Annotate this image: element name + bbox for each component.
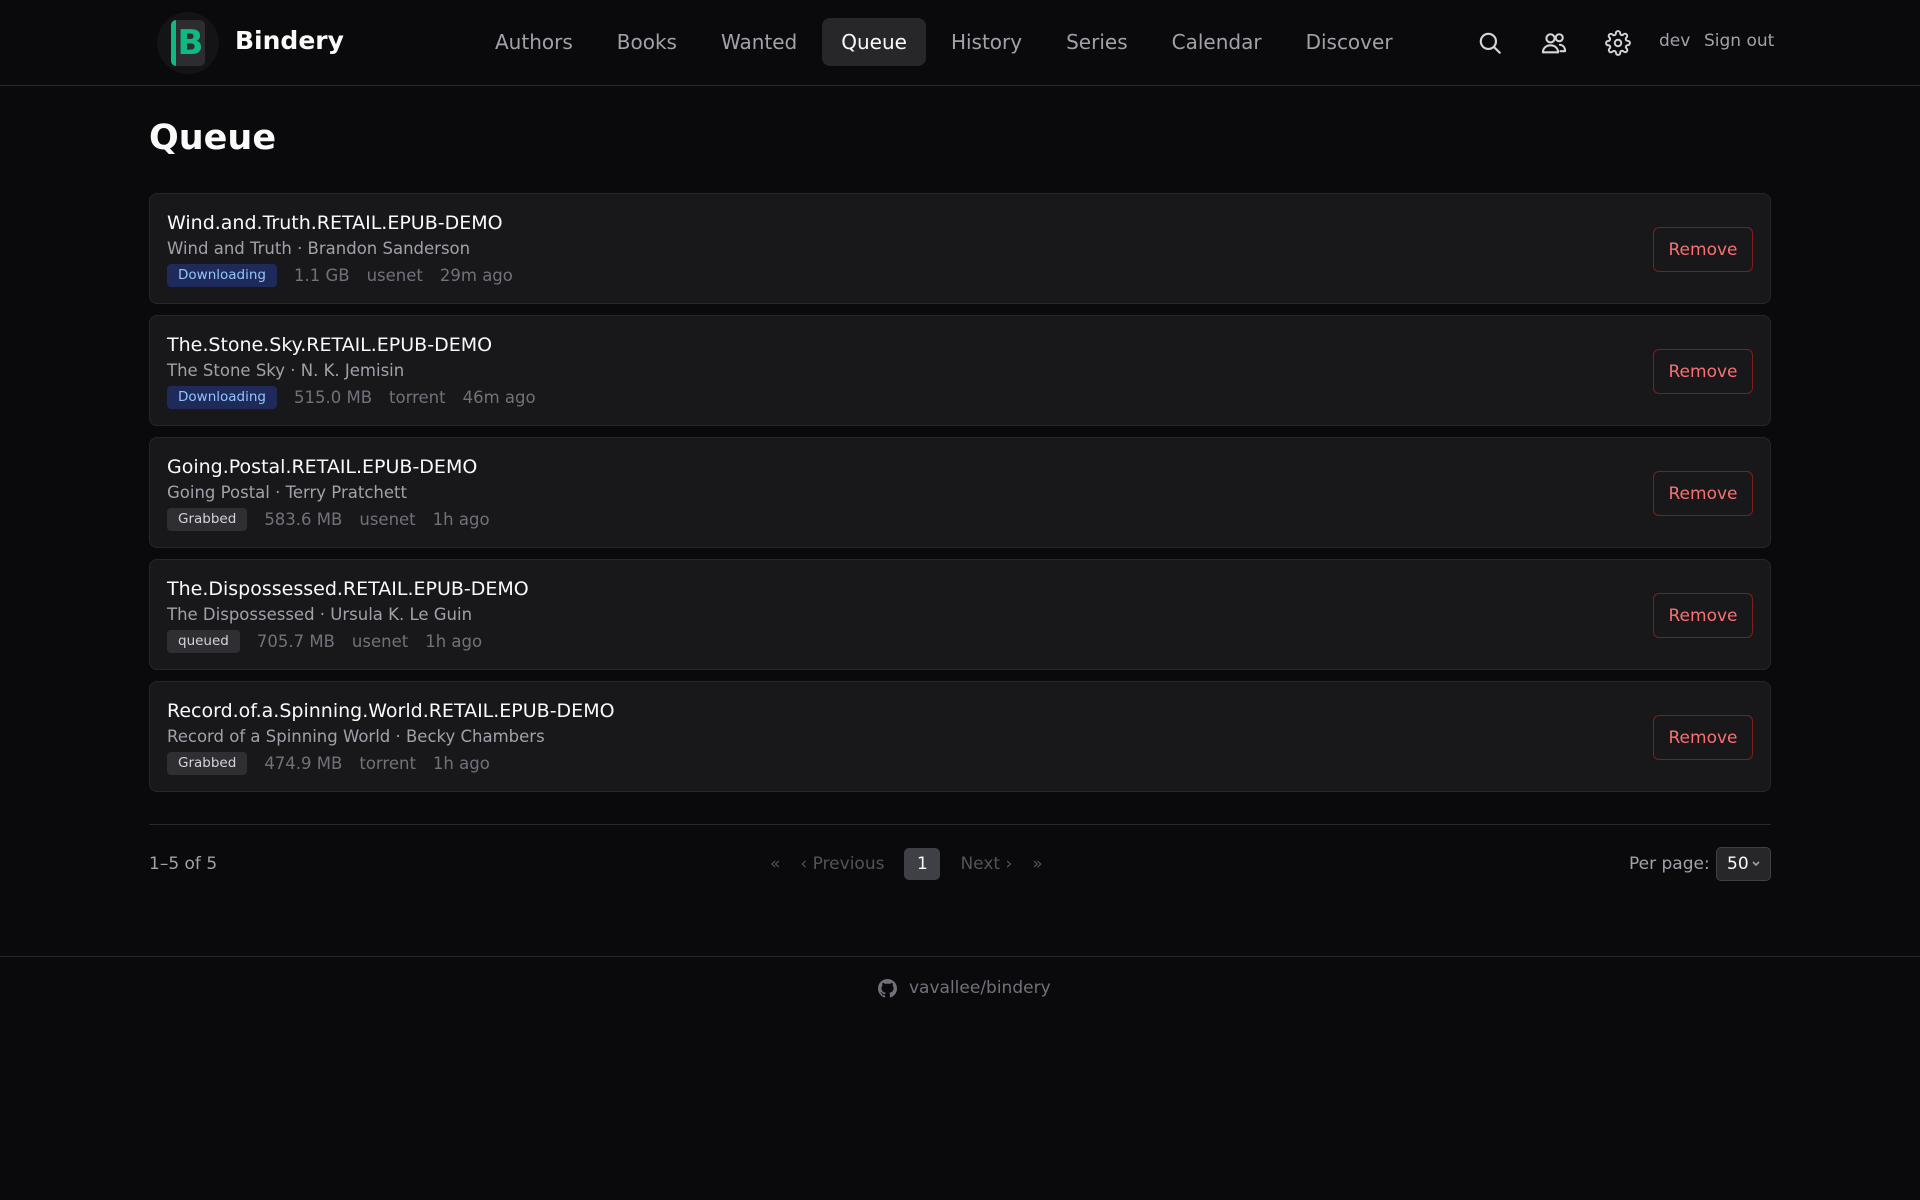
gear-icon[interactable] [1599, 24, 1637, 62]
release-name: Going.Postal.RETAIL.EPUB-DEMO [167, 456, 478, 478]
protocol: torrent [389, 388, 446, 407]
previous-page-button[interactable]: ‹ Previous [800, 854, 884, 874]
item-meta: Downloading 515.0 MB torrent 46m ago [167, 386, 536, 409]
age: 1h ago [432, 754, 490, 773]
footer-repo-link[interactable]: vavallee/bindery [878, 978, 1051, 998]
page-title: Queue [149, 118, 277, 158]
nav-item-discover[interactable]: Discover [1287, 18, 1412, 66]
status-badge: queued [167, 630, 240, 653]
queue-item: The.Dispossessed.RETAIL.EPUB-DEMO The Di… [149, 559, 1771, 670]
file-size: 474.9 MB [264, 754, 343, 773]
item-meta: Downloading 1.1 GB usenet 29m ago [167, 264, 513, 287]
main-nav: Authors Books Wanted Queue History Serie… [476, 18, 1412, 66]
current-page[interactable]: 1 [904, 848, 941, 880]
book-subtitle: The Dispossessed · Ursula K. Le Guin [167, 605, 473, 624]
status-badge: Grabbed [167, 508, 248, 531]
queue-item: Going.Postal.RETAIL.EPUB-DEMO Going Post… [149, 437, 1771, 548]
next-page-button[interactable]: Next › [960, 854, 1012, 874]
github-icon [878, 978, 897, 998]
search-icon[interactable] [1471, 24, 1509, 62]
protocol: usenet [351, 632, 409, 651]
logo-letter: B [177, 23, 204, 63]
book-subtitle: Wind and Truth · Brandon Sanderson [167, 239, 471, 258]
protocol: usenet [366, 266, 423, 285]
sign-out-link[interactable]: Sign out [1704, 31, 1774, 51]
remove-button[interactable]: Remove [1653, 471, 1753, 516]
status-badge: Downloading [167, 264, 277, 287]
file-size: 705.7 MB [256, 632, 335, 651]
book-subtitle: The Stone Sky · N. K. Jemisin [167, 361, 405, 380]
item-meta: queued 705.7 MB usenet 1h ago [167, 630, 482, 653]
per-page-label: Per page: [1629, 854, 1710, 874]
status-badge: Grabbed [167, 752, 248, 775]
app-brand[interactable]: Bindery [235, 26, 344, 55]
release-name: Wind.and.Truth.RETAIL.EPUB-DEMO [167, 212, 503, 234]
book-subtitle: Record of a Spinning World · Becky Chamb… [167, 727, 545, 746]
app-logo[interactable]: B [157, 12, 219, 74]
remove-button[interactable]: Remove [1653, 715, 1753, 760]
remove-button[interactable]: Remove [1653, 227, 1753, 272]
queue-item: Record.of.a.Spinning.World.RETAIL.EPUB-D… [149, 681, 1771, 792]
footer-divider [0, 956, 1920, 957]
per-page-select[interactable]: 50 [1716, 847, 1771, 881]
status-badge: Downloading [167, 386, 277, 409]
pagination-divider [149, 824, 1771, 825]
nav-item-series[interactable]: Series [1047, 18, 1147, 66]
repo-name: vavallee/bindery [909, 978, 1051, 998]
nav-item-history[interactable]: History [932, 18, 1041, 66]
queue-item: Wind.and.Truth.RETAIL.EPUB-DEMO Wind and… [149, 193, 1771, 304]
nav-item-authors[interactable]: Authors [476, 18, 592, 66]
book-logo-icon: B [171, 20, 205, 66]
remove-button[interactable]: Remove [1653, 593, 1753, 638]
users-icon[interactable] [1535, 24, 1573, 62]
book-subtitle: Going Postal · Terry Pratchett [167, 483, 407, 502]
nav-item-calendar[interactable]: Calendar [1153, 18, 1281, 66]
file-size: 515.0 MB [293, 388, 373, 407]
file-size: 1.1 GB [293, 266, 350, 285]
last-page-button[interactable]: » [1032, 854, 1042, 874]
release-name: The.Dispossessed.RETAIL.EPUB-DEMO [167, 578, 529, 600]
age: 1h ago [432, 510, 490, 529]
item-meta: Grabbed 474.9 MB torrent 1h ago [167, 752, 490, 775]
item-meta: Grabbed 583.6 MB usenet 1h ago [167, 508, 490, 531]
nav-item-queue[interactable]: Queue [822, 18, 926, 66]
first-page-button[interactable]: « [770, 854, 780, 874]
queue-list: Wind.and.Truth.RETAIL.EPUB-DEMO Wind and… [149, 193, 1771, 803]
current-user: dev [1659, 31, 1691, 51]
protocol: usenet [359, 510, 416, 529]
age: 29m ago [439, 266, 513, 285]
top-navigation-bar: B Bindery Authors Books Wanted Queue His… [0, 0, 1920, 86]
release-name: Record.of.a.Spinning.World.RETAIL.EPUB-D… [167, 700, 615, 722]
age: 1h ago [425, 632, 483, 651]
nav-item-books[interactable]: Books [598, 18, 696, 66]
remove-button[interactable]: Remove [1653, 349, 1753, 394]
nav-item-wanted[interactable]: Wanted [702, 18, 816, 66]
pagination: « ‹ Previous 1 Next › » [770, 848, 1043, 880]
release-name: The.Stone.Sky.RETAIL.EPUB-DEMO [167, 334, 493, 356]
protocol: torrent [359, 754, 416, 773]
file-size: 583.6 MB [264, 510, 343, 529]
result-range: 1–5 of 5 [149, 854, 218, 874]
chevron-down-icon [1752, 861, 1760, 867]
per-page-value: 50 [1727, 854, 1749, 874]
queue-item: The.Stone.Sky.RETAIL.EPUB-DEMO The Stone… [149, 315, 1771, 426]
age: 46m ago [462, 388, 536, 407]
